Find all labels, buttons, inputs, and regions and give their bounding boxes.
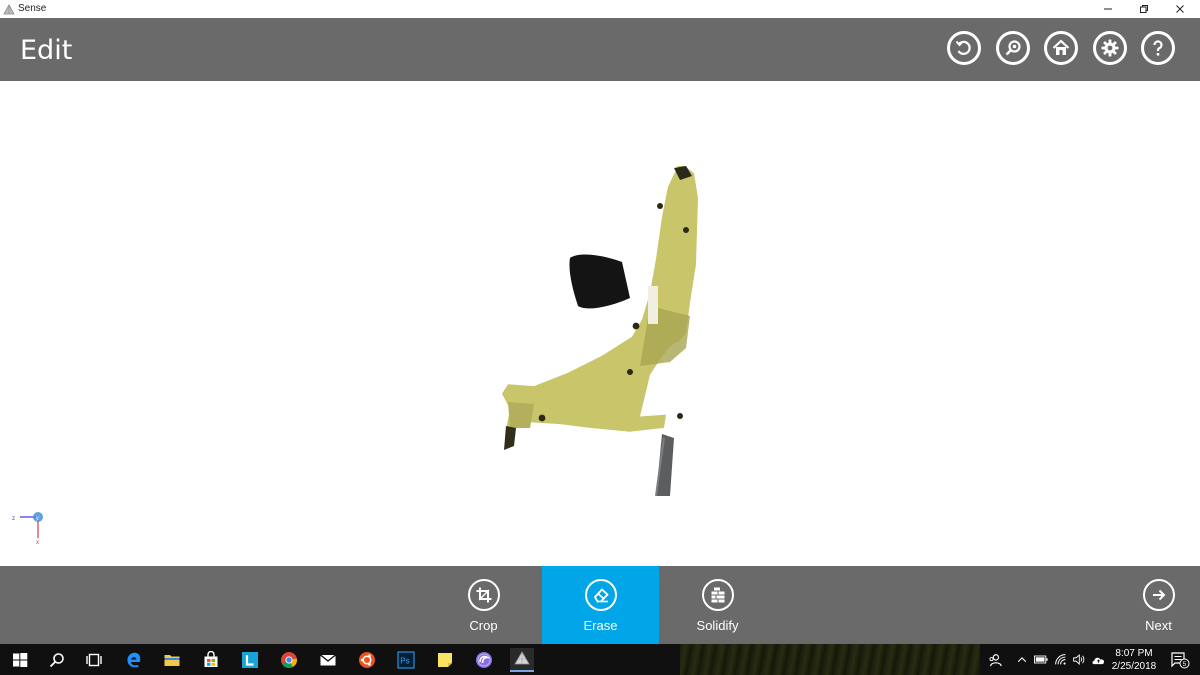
settings-button[interactable] bbox=[1093, 31, 1127, 65]
volume-indicator[interactable] bbox=[1070, 644, 1086, 675]
gear-icon bbox=[1101, 39, 1119, 57]
taskbar-photoshop[interactable]: Ps bbox=[394, 648, 418, 672]
edit-toolbar: Crop Erase Solidify Next bbox=[0, 566, 1200, 644]
help-button[interactable] bbox=[1141, 31, 1175, 65]
taskbar-store[interactable] bbox=[199, 648, 223, 672]
battery-icon bbox=[1034, 655, 1048, 664]
people-icon bbox=[989, 653, 1002, 666]
taskbar-sticky-notes[interactable] bbox=[433, 648, 457, 672]
page-title: Edit bbox=[20, 35, 73, 66]
axis-y-label: y bbox=[36, 516, 39, 522]
reset-view-button[interactable] bbox=[947, 31, 981, 65]
restore-icon bbox=[1140, 5, 1148, 13]
ubuntu-icon bbox=[359, 652, 375, 668]
action-center-button[interactable]: 5 bbox=[1166, 644, 1194, 675]
notification-icon: 5 bbox=[1171, 651, 1190, 668]
taskbar-ubuntu[interactable] bbox=[355, 648, 379, 672]
taskbar-wallpaper bbox=[680, 644, 980, 675]
close-icon bbox=[1176, 5, 1184, 13]
sense-app-icon bbox=[3, 3, 15, 15]
solidify-bricks-icon bbox=[701, 579, 734, 611]
model-viewport[interactable]: z y x bbox=[0, 81, 1200, 566]
window-titlebar: Sense bbox=[0, 0, 1200, 18]
crop-tool-button[interactable]: Crop bbox=[425, 566, 542, 644]
taskbar-clock[interactable]: 8:07 PM 2/25/2018 bbox=[1106, 647, 1162, 673]
windows-taskbar: Ps 8:07 PM 2/25/2018 5 bbox=[0, 644, 1200, 675]
mail-icon bbox=[320, 654, 336, 666]
eraser-icon bbox=[584, 579, 617, 611]
svg-text:Ps: Ps bbox=[400, 657, 409, 666]
speaker-icon bbox=[1072, 654, 1084, 665]
battery-indicator[interactable] bbox=[1033, 644, 1049, 675]
network-indicator[interactable] bbox=[1052, 644, 1068, 675]
magnifier-icon bbox=[1005, 40, 1021, 56]
sense-app-icon bbox=[514, 651, 530, 665]
people-button[interactable] bbox=[985, 644, 1005, 675]
taskbar-chrome[interactable] bbox=[277, 648, 301, 672]
onedrive-indicator[interactable] bbox=[1089, 644, 1107, 675]
search-icon bbox=[49, 653, 64, 668]
clock-date: 2/25/2018 bbox=[1111, 661, 1157, 672]
edge-browser-icon bbox=[127, 652, 141, 668]
axis-x-label: x bbox=[36, 540, 39, 546]
restore-button[interactable] bbox=[1126, 0, 1162, 18]
l-app-icon bbox=[242, 652, 258, 668]
task-view-icon bbox=[86, 653, 102, 667]
notification-count: 5 bbox=[1183, 661, 1187, 668]
solidify-label: Solidify bbox=[696, 618, 739, 633]
question-icon bbox=[1153, 40, 1163, 56]
rotate-ccw-icon bbox=[955, 40, 971, 55]
taskbar-edge[interactable] bbox=[122, 648, 146, 672]
chrome-icon bbox=[281, 652, 298, 668]
home-button[interactable] bbox=[1044, 31, 1078, 65]
next-button[interactable]: Next bbox=[1100, 566, 1200, 644]
minimize-icon bbox=[1104, 8, 1112, 10]
sticky-note-icon bbox=[438, 653, 452, 667]
axis-gizmo: z y x bbox=[12, 512, 43, 546]
window-title: Sense bbox=[18, 3, 47, 14]
photoshop-icon: Ps bbox=[397, 651, 415, 669]
windows-logo-icon bbox=[13, 653, 28, 667]
erase-tool-button[interactable]: Erase bbox=[542, 566, 659, 644]
cloud-upload-icon bbox=[1091, 657, 1104, 664]
taskbar-search-button[interactable] bbox=[45, 648, 69, 672]
erase-label: Erase bbox=[583, 618, 618, 633]
next-label: Next bbox=[1145, 618, 1172, 633]
scanned-model bbox=[502, 166, 698, 496]
axis-z-label: z bbox=[12, 516, 15, 522]
store-bag-icon bbox=[204, 651, 218, 667]
taskbar-sense[interactable] bbox=[510, 648, 534, 672]
show-hidden-icons-button[interactable] bbox=[1015, 644, 1029, 675]
chevron-up-icon bbox=[1017, 656, 1027, 662]
task-view-button[interactable] bbox=[82, 648, 106, 672]
arrow-right-icon bbox=[1142, 579, 1175, 611]
taskbar-bittorrent[interactable] bbox=[472, 648, 496, 672]
bittorrent-icon bbox=[476, 652, 492, 668]
taskbar-file-explorer[interactable] bbox=[160, 648, 184, 672]
clock-time: 8:07 PM bbox=[1115, 648, 1153, 659]
start-button[interactable] bbox=[8, 648, 32, 672]
home-icon bbox=[1052, 39, 1070, 55]
app-header: Edit bbox=[0, 18, 1200, 81]
crop-icon bbox=[467, 579, 500, 611]
crop-label: Crop bbox=[469, 618, 498, 633]
taskbar-mail[interactable] bbox=[316, 648, 340, 672]
wifi-icon bbox=[1054, 654, 1066, 665]
close-button[interactable] bbox=[1162, 0, 1198, 18]
zoom-button[interactable] bbox=[996, 31, 1030, 65]
folder-icon bbox=[164, 655, 180, 666]
minimize-button[interactable] bbox=[1090, 0, 1126, 18]
solidify-tool-button[interactable]: Solidify bbox=[659, 566, 776, 644]
taskbar-app-l[interactable] bbox=[238, 648, 262, 672]
